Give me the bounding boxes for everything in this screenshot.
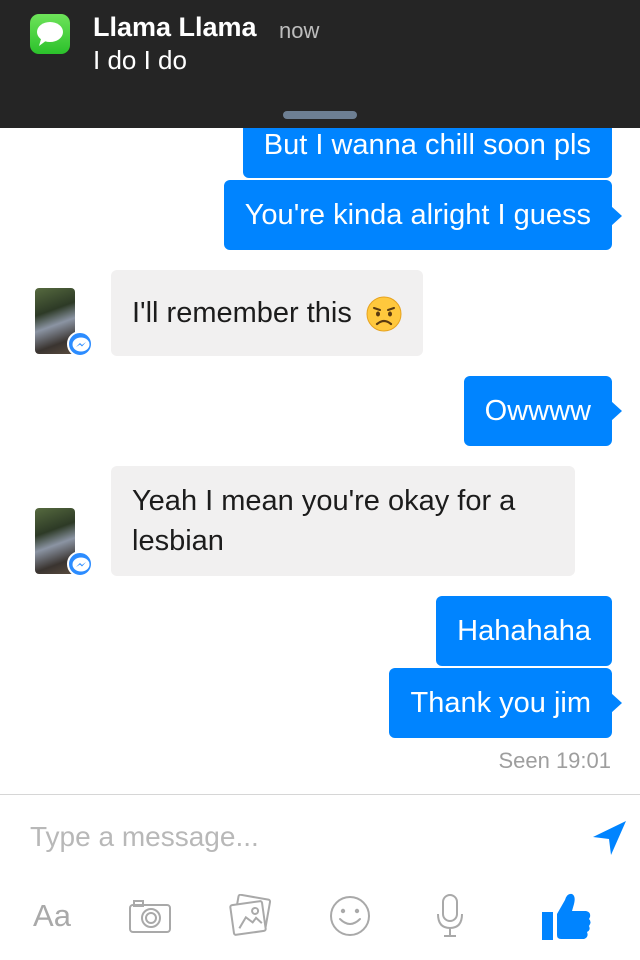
text-format-button[interactable]: Aa <box>26 888 78 944</box>
message-text: Yeah I mean you're okay for a lesbian <box>132 485 516 557</box>
microphone-icon[interactable] <box>430 888 470 944</box>
incoming-message-bubble[interactable]: I'll remember this <box>111 270 423 356</box>
message-text: You're kinda alright I guess <box>244 199 591 231</box>
bubble-tail <box>611 401 622 421</box>
message-text: I'll remember this <box>132 297 352 329</box>
incoming-message-bubble[interactable]: Yeah I mean you're okay for a lesbian <box>111 466 575 576</box>
gallery-icon[interactable] <box>226 888 274 944</box>
notification-time: now <box>279 18 320 43</box>
messenger-badge-icon <box>67 331 93 357</box>
bubble-tail <box>611 693 622 713</box>
message-text: But I wanna chill soon pls <box>263 129 591 161</box>
send-icon[interactable] <box>590 818 630 858</box>
banner-grabber-handle[interactable] <box>283 111 357 119</box>
outgoing-message-bubble[interactable]: Owwww <box>463 376 612 446</box>
notification-sender: Llama Llama <box>93 12 257 42</box>
outgoing-message-bubble[interactable]: Thank you jim <box>389 668 612 738</box>
outgoing-message-bubble[interactable]: You're kinda alright I guess <box>223 180 612 250</box>
outgoing-message-bubble[interactable]: Hahahaha <box>436 596 612 666</box>
composer-divider <box>0 794 640 795</box>
messages-app-icon <box>30 14 70 54</box>
emoji-icon[interactable] <box>327 888 373 944</box>
message-text: Owwww <box>484 395 591 427</box>
notification-banner[interactable]: Llama Llama now I do I do <box>0 0 640 128</box>
messenger-badge-icon <box>67 551 93 577</box>
seen-status: Seen 19:01 <box>498 748 611 773</box>
message-text: Thank you jim <box>410 687 591 719</box>
bubble-tail <box>611 206 622 226</box>
message-text: Hahahaha <box>457 615 591 647</box>
thumbs-up-icon[interactable] <box>538 888 594 944</box>
camera-icon[interactable] <box>126 888 174 944</box>
notification-message: I do I do <box>93 45 187 75</box>
message-input[interactable] <box>30 815 570 859</box>
text-format-label: Aa <box>33 898 71 933</box>
disappointed-face-emoji <box>366 296 402 332</box>
